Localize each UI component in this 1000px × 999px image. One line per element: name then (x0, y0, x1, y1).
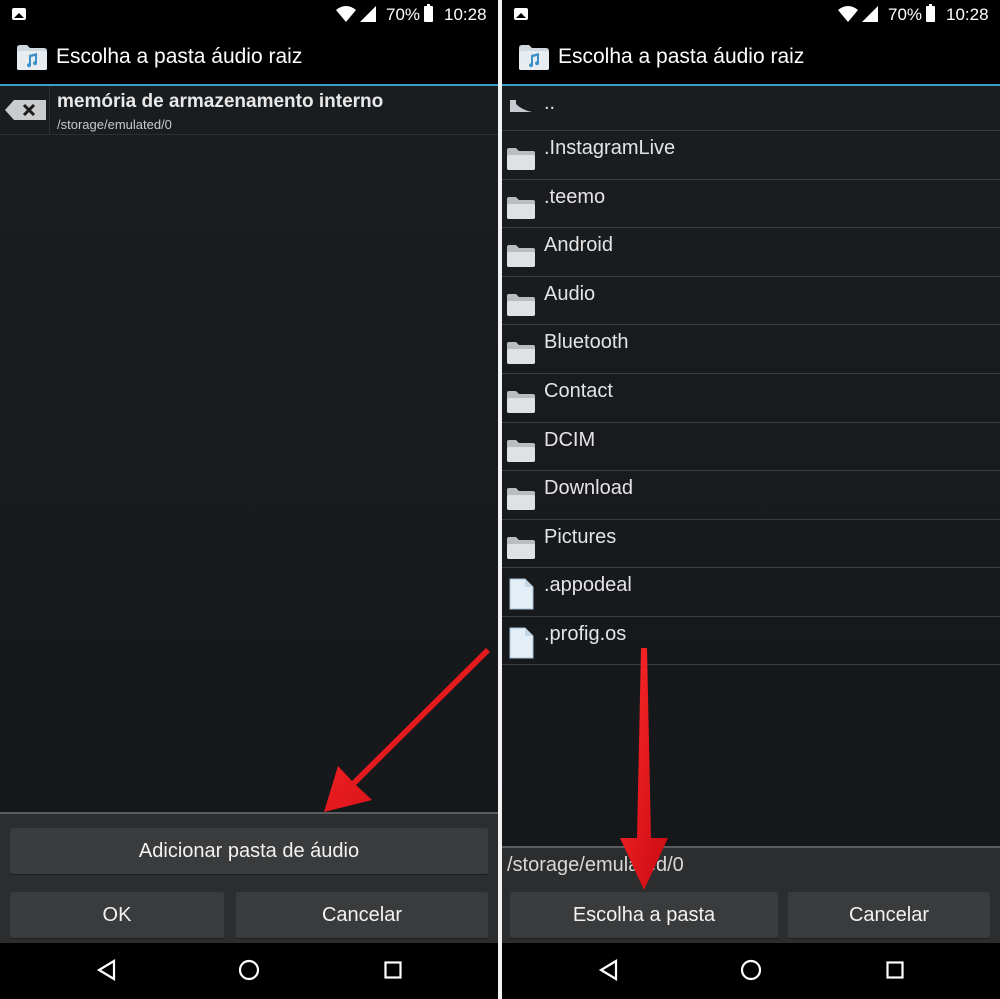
clock: 10:28 (444, 5, 487, 24)
dialog-button-area: Adicionar pasta de áudio OK Cancelar (0, 812, 498, 945)
divider (49, 86, 50, 134)
file-list-item[interactable]: .appodeal (502, 567, 1000, 616)
storage-item[interactable]: memória de armazenamento interno /storag… (0, 86, 498, 135)
folder-icon (507, 342, 535, 365)
file-icon (509, 578, 534, 610)
file-name: DCIM (544, 428, 596, 451)
navigation-bar (0, 943, 498, 999)
battery-percent: 70% (386, 5, 421, 24)
file-icon (509, 627, 534, 659)
dialog-button-area: /storage/emulated/0 Escolha a pasta Canc… (502, 846, 1000, 945)
folder-icon (507, 196, 535, 219)
parent-folder-icon (510, 100, 532, 112)
status-bar: 70% 10:28 (0, 0, 498, 30)
dialog-title: Escolha a pasta áudio raiz (56, 45, 303, 68)
file-list: .. .InstagramLive .teemo Android Audio Bluet… (502, 86, 1000, 665)
folder-icon (507, 439, 535, 462)
parent-directory-label: .. (544, 92, 556, 114)
file-list-item[interactable]: DCIM (502, 421, 1000, 471)
file-name: Android (544, 234, 613, 257)
storage-name: memória de armazenamento interno (57, 91, 384, 112)
file-list-item[interactable]: .InstagramLive (502, 130, 1000, 179)
gallery-notification-icon (12, 8, 26, 20)
file-name: Download (544, 477, 633, 500)
left-screen: 70% 10:28 Escolha a pasta áudio raiz mem… (0, 0, 498, 999)
file-list-item[interactable]: Pictures (502, 518, 1000, 568)
signal-icon (360, 6, 376, 22)
file-name: Pictures (544, 525, 617, 548)
folder-icon (507, 245, 535, 268)
dialog-title: Escolha a pasta áudio raiz (558, 45, 805, 68)
battery-icon (926, 4, 935, 22)
cancel-button[interactable]: Cancelar (236, 892, 488, 938)
battery-percent: 70% (888, 5, 923, 24)
file-name: .teemo (544, 185, 606, 208)
parent-directory-item[interactable]: .. (502, 86, 1000, 130)
file-name: Contact (544, 379, 613, 402)
backspace-icon[interactable] (4, 99, 48, 121)
signal-icon (862, 6, 878, 22)
choose-folder-button[interactable]: Escolha a pasta (510, 892, 778, 938)
home-icon[interactable] (238, 959, 260, 981)
recent-apps-icon[interactable] (384, 961, 402, 979)
dialog-title-bar: Escolha a pasta áudio raiz (502, 30, 1000, 86)
music-folder-icon (17, 45, 47, 70)
status-bar: 70% 10:28 (502, 0, 1000, 30)
file-list-item[interactable]: Contact (502, 372, 1000, 422)
file-list-item[interactable]: Android (502, 227, 1000, 276)
file-list-item[interactable]: .profig.os (502, 615, 1000, 665)
add-audio-folder-button[interactable]: Adicionar pasta de áudio (10, 828, 488, 874)
ok-button[interactable]: OK (10, 892, 224, 938)
folder-icon (507, 390, 535, 413)
clock: 10:28 (946, 5, 989, 24)
cancel-button[interactable]: Cancelar (788, 892, 990, 938)
home-icon[interactable] (740, 959, 762, 981)
folder-icon (507, 293, 535, 316)
right-screen: 70% 10:28 Escolha a pasta áudio raiz .. … (502, 0, 1000, 999)
file-name: Audio (544, 282, 596, 305)
wifi-icon (336, 6, 356, 22)
recent-apps-icon[interactable] (886, 961, 904, 979)
navigation-bar (502, 943, 1000, 999)
file-list-item[interactable]: .teemo (502, 178, 1000, 228)
battery-icon (424, 4, 433, 22)
music-folder-icon (519, 45, 549, 70)
file-name: .profig.os (544, 622, 627, 645)
gallery-notification-icon (514, 8, 528, 20)
back-icon[interactable] (96, 959, 116, 981)
file-name: .appodeal (544, 574, 632, 597)
folder-icon (507, 148, 535, 170)
back-icon[interactable] (598, 959, 618, 981)
dialog-title-bar: Escolha a pasta áudio raiz (0, 30, 498, 86)
folder-icon (507, 488, 535, 511)
storage-path: /storage/emulated/0 (57, 117, 172, 132)
file-list-item[interactable]: Audio (502, 275, 1000, 325)
file-list-item[interactable]: Bluetooth (502, 324, 1000, 373)
wifi-icon (838, 6, 858, 22)
current-path: /storage/emulated/0 (507, 854, 684, 876)
file-list-item[interactable]: Download (502, 470, 1000, 519)
folder-icon (507, 536, 535, 559)
file-name: Bluetooth (544, 331, 629, 354)
file-name: .InstagramLive (544, 137, 676, 159)
